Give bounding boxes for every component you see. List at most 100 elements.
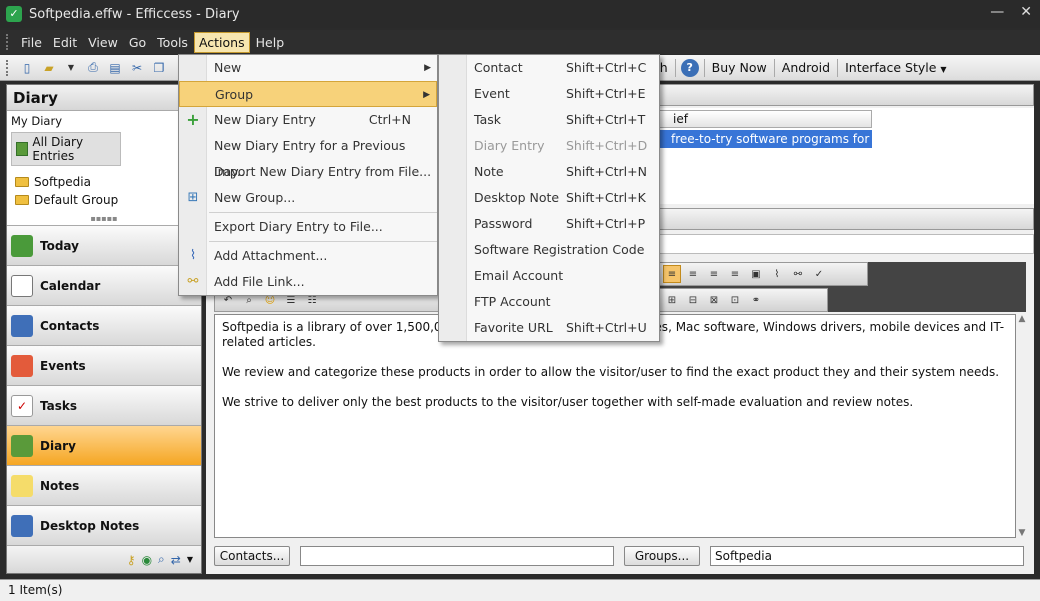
- globe-icon[interactable]: ◉: [142, 553, 152, 567]
- buy-now-button[interactable]: Buy Now: [703, 59, 775, 77]
- entry-editor[interactable]: Softpedia is a library of over 1,500,000…: [214, 314, 1016, 538]
- table-merge-icon[interactable]: ⊡: [726, 291, 744, 309]
- app-icon: ✓: [6, 6, 22, 22]
- menu-tools[interactable]: Tools: [152, 32, 193, 53]
- copy-icon[interactable]: ❐: [150, 59, 168, 77]
- contacts-field[interactable]: [300, 546, 614, 566]
- scroll-down-icon[interactable]: ▼: [1016, 528, 1028, 538]
- link-icon[interactable]: ⚯: [789, 265, 807, 283]
- sync-icon[interactable]: ⇄: [171, 553, 181, 567]
- menu-item-export-entry[interactable]: Export Diary Entry to File...: [179, 214, 437, 240]
- menu-actions[interactable]: Actions: [193, 31, 250, 53]
- menu-edit[interactable]: Edit: [48, 32, 82, 53]
- nav-desktop-notes[interactable]: Desktop Notes: [7, 505, 201, 545]
- nav-today[interactable]: Today: [7, 225, 201, 265]
- menu-item-new-diary-entry[interactable]: + New Diary Entry Ctrl+N: [179, 107, 437, 133]
- menu-shortcut: Shift+Ctrl+P: [566, 216, 646, 231]
- contacts-button[interactable]: Contacts...: [214, 546, 290, 566]
- dropdown-arrow-icon[interactable]: ▼: [62, 59, 80, 77]
- menu-view[interactable]: View: [83, 32, 123, 53]
- nav-calendar[interactable]: Calendar: [7, 265, 201, 305]
- table-row-icon[interactable]: ⊟: [684, 291, 702, 309]
- chevron-down-icon[interactable]: ▼: [187, 555, 193, 564]
- submenu-item-note[interactable]: Note Shift+Ctrl+N: [439, 159, 659, 185]
- menu-item-new[interactable]: New ▶: [179, 55, 437, 81]
- editor-scrollbar[interactable]: ▲ ▼: [1016, 314, 1028, 538]
- nav-contacts[interactable]: Contacts: [7, 305, 201, 345]
- submenu-item-desktop-note[interactable]: Desktop Note Shift+Ctrl+K: [439, 185, 659, 211]
- menu-go[interactable]: Go: [124, 32, 151, 53]
- close-icon[interactable]: ✕: [1020, 4, 1032, 20]
- open-folder-icon[interactable]: ▰: [40, 59, 58, 77]
- navigation-pane: Diary My Diary All Diary Entries Softped…: [6, 84, 202, 574]
- menu-file[interactable]: File: [16, 32, 47, 53]
- window-controls: — ✕: [990, 4, 1032, 20]
- interface-style-button[interactable]: Interface Style ▼: [838, 59, 953, 77]
- android-button[interactable]: Android: [775, 59, 839, 77]
- table-insert-icon[interactable]: ⊞: [663, 291, 681, 309]
- minimize-icon[interactable]: —: [990, 4, 1004, 20]
- print-icon[interactable]: ⎙: [84, 59, 102, 77]
- groups-field[interactable]: Softpedia: [710, 546, 1024, 566]
- toolbar-grip[interactable]: [6, 59, 10, 76]
- submenu-item-contact[interactable]: Contact Shift+Ctrl+C: [439, 55, 659, 81]
- menu-item-import-entry[interactable]: Import New Diary Entry from File...: [179, 159, 437, 185]
- editor-paragraph: We strive to deliver only the best produ…: [222, 395, 914, 409]
- tree-root[interactable]: My Diary: [7, 111, 201, 131]
- column-header-brief[interactable]: ief: [654, 110, 872, 128]
- paperclip-icon: ⌇: [189, 248, 197, 263]
- menu-item-label: Diary Entry: [474, 138, 545, 153]
- groups-button[interactable]: Groups...: [624, 546, 700, 566]
- menu-item-label: FTP Account: [474, 294, 551, 309]
- format-toolbar-row2b: ⊞ ⊟ ⊠ ⊡ ⚭: [658, 288, 828, 312]
- status-text: 1 Item(s): [8, 583, 63, 597]
- key-icon[interactable]: ⚷: [127, 553, 136, 567]
- scroll-up-icon[interactable]: ▲: [1016, 314, 1028, 324]
- nav-diary[interactable]: Diary: [7, 425, 201, 465]
- align-center-icon[interactable]: ≡: [684, 265, 702, 283]
- tree-group-softpedia[interactable]: Softpedia: [7, 173, 201, 191]
- print-preview-icon[interactable]: ▤: [106, 59, 124, 77]
- cut-icon[interactable]: ✂: [128, 59, 146, 77]
- nav-events[interactable]: Events: [7, 345, 201, 385]
- menu-shortcut: Ctrl+N: [368, 112, 411, 127]
- format-toolbar-row1: ≡ ≡ ≡ ≡ ▣ ⌇ ⚯ ✓: [658, 262, 868, 286]
- menu-item-add-file-link[interactable]: ⚯ Add File Link...: [179, 269, 437, 295]
- menu-help[interactable]: Help: [251, 32, 290, 53]
- submenu-item-diary-entry[interactable]: Diary Entry Shift+Ctrl+D: [439, 133, 659, 159]
- submenu-item-email-account[interactable]: Email Account: [439, 263, 659, 289]
- menu-item-label: Task: [474, 112, 501, 127]
- menu-item-add-attachment[interactable]: ⌇ Add Attachment...: [179, 243, 437, 269]
- tree-group-label: Softpedia: [34, 175, 91, 189]
- menu-item-new-entry-previous-day[interactable]: New Diary Entry for a Previous Day...: [179, 133, 437, 179]
- table-col-icon[interactable]: ⊠: [705, 291, 723, 309]
- submenu-item-event[interactable]: Event Shift+Ctrl+E: [439, 81, 659, 107]
- help-icon[interactable]: ?: [680, 59, 699, 77]
- align-left-icon[interactable]: ≡: [663, 265, 681, 283]
- image-icon[interactable]: ▣: [747, 265, 765, 283]
- tree-group-default[interactable]: Default Group: [7, 191, 201, 209]
- search-icon[interactable]: ⌕: [158, 552, 165, 567]
- nav-notes[interactable]: Notes: [7, 465, 201, 505]
- title-bar: ✓ Softpedia.effw - Efficcess - Diary — ✕: [0, 0, 1040, 28]
- menu-item-group[interactable]: Group ▶: [179, 81, 437, 107]
- paperclip-icon[interactable]: ⌇: [768, 265, 786, 283]
- pane-splitter[interactable]: ▪▪▪▪▪: [7, 215, 201, 223]
- toolbar-grip[interactable]: [6, 34, 10, 50]
- hyperlink-icon[interactable]: ⚭: [747, 291, 765, 309]
- submenu-item-ftp-account[interactable]: FTP Account: [439, 289, 659, 315]
- spellcheck-icon[interactable]: ✓: [810, 265, 828, 283]
- desktop-notes-icon: [11, 514, 33, 537]
- table-row[interactable]: free-to-try software programs for Win: [654, 130, 872, 148]
- menu-item-new-group[interactable]: ⊞ New Group...: [179, 185, 437, 211]
- new-document-icon[interactable]: ▯: [18, 59, 36, 77]
- submenu-item-task[interactable]: Task Shift+Ctrl+T: [439, 107, 659, 133]
- tree-all-entries[interactable]: All Diary Entries: [11, 132, 121, 166]
- justify-icon[interactable]: ≡: [726, 265, 744, 283]
- submenu-item-favorite-url[interactable]: Favorite URL Shift+Ctrl+U: [439, 315, 659, 341]
- submenu-item-software-registration-code[interactable]: Software Registration Code: [439, 237, 659, 263]
- align-right-icon[interactable]: ≡: [705, 265, 723, 283]
- nav-buttons: Today Calendar Contacts Events ✓ Tasks D…: [7, 225, 201, 545]
- submenu-item-password[interactable]: Password Shift+Ctrl+P: [439, 211, 659, 237]
- nav-tasks[interactable]: ✓ Tasks: [7, 385, 201, 425]
